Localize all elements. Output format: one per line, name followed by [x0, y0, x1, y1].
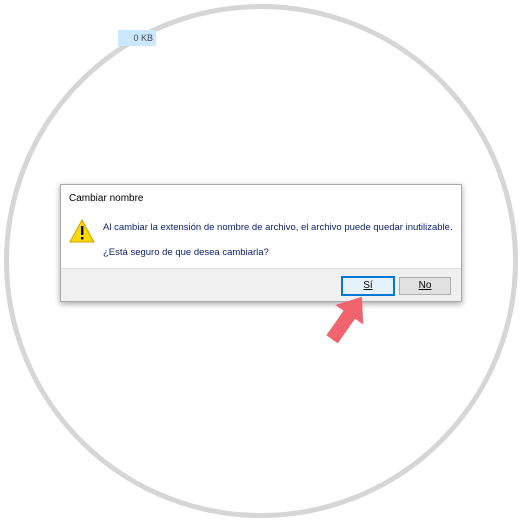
- dialog-button-bar: Sí No: [61, 268, 461, 301]
- file-size-cell: 0 KB: [118, 30, 156, 46]
- dialog-title: Cambiar nombre: [69, 193, 144, 204]
- warning-icon: [69, 219, 95, 243]
- dialog-message: Al cambiar la extensión de nombre de arc…: [103, 222, 453, 233]
- rename-confirm-dialog: Cambiar nombre Al cambiar la extensión d…: [60, 184, 462, 302]
- no-button[interactable]: No: [399, 277, 451, 295]
- pointer-arrow-icon: [326, 296, 364, 344]
- dialog-question: ¿Está seguro de que desea cambiarla?: [103, 247, 269, 258]
